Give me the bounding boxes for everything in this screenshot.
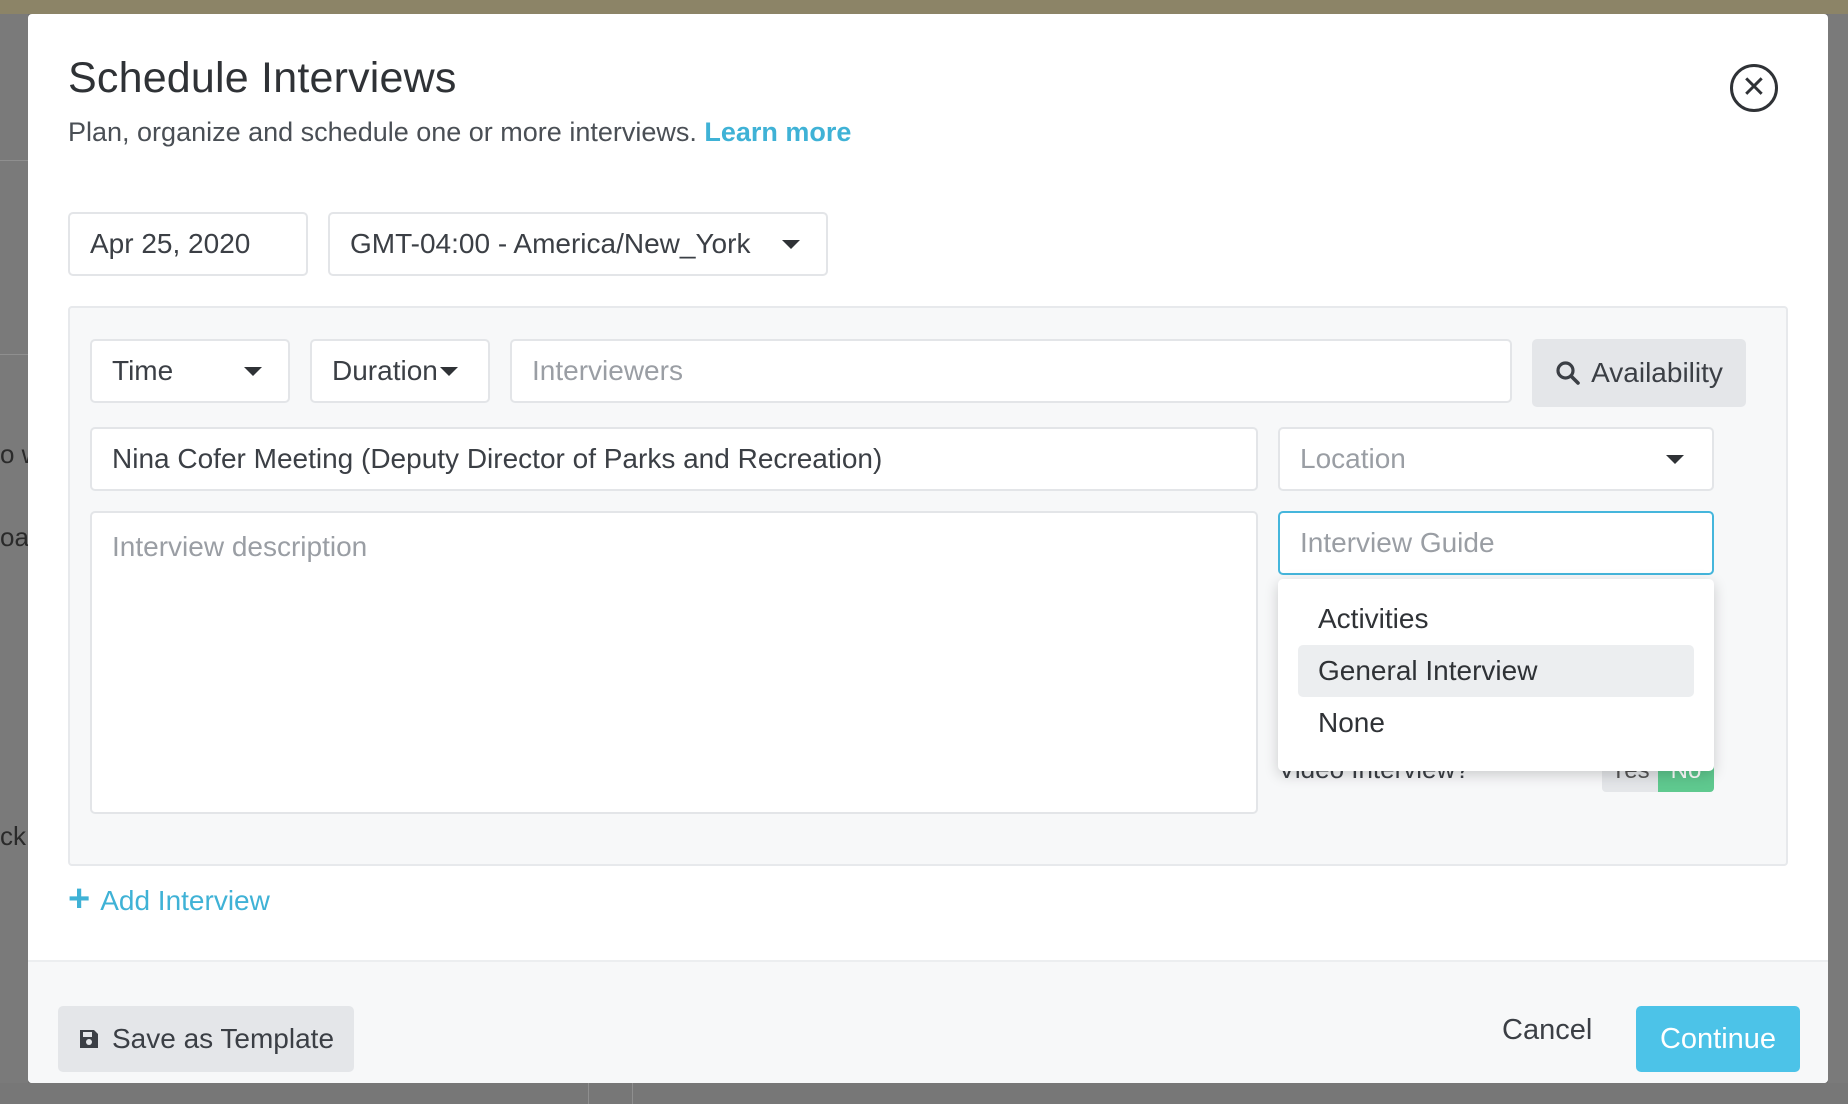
availability-label: Availability	[1591, 357, 1723, 388]
save-icon	[79, 1030, 98, 1048]
timezone-value: GMT-04:00 - America/New_York	[350, 228, 751, 259]
chevron-down-icon	[440, 367, 458, 376]
save-as-template-button[interactable]: Save as Template	[58, 1006, 354, 1072]
location-placeholder: Location	[1300, 443, 1406, 474]
dropdown-option[interactable]: None	[1298, 697, 1694, 749]
background-divider	[588, 1083, 589, 1104]
background-topbar	[0, 0, 1848, 14]
close-icon: ✕	[1741, 71, 1767, 104]
modal-subtitle: Plan, organize and schedule one or more …	[68, 117, 851, 148]
date-field[interactable]: Apr 25, 2020	[68, 212, 308, 276]
close-button[interactable]: ✕	[1730, 64, 1778, 112]
duration-select-label: Duration	[332, 355, 438, 386]
plus-icon: +	[68, 878, 91, 920]
background-left-edge: o w oals ck A	[0, 14, 49, 1104]
interviewers-input[interactable]: Interviewers	[510, 339, 1512, 403]
chevron-down-icon	[1666, 455, 1684, 464]
timezone-select[interactable]: GMT-04:00 - America/New_York	[328, 212, 828, 276]
interview-title-value: Nina Cofer Meeting (Deputy Director of P…	[112, 443, 883, 474]
add-interview-button[interactable]: + Add Interview	[68, 880, 270, 918]
background-divider	[632, 1083, 633, 1104]
interview-guide-input[interactable]: Interview Guide	[1278, 511, 1714, 575]
add-interview-label: Add Interview	[100, 885, 270, 916]
interview-guide-dropdown: Activities General Interview None	[1278, 579, 1714, 771]
chevron-down-icon	[244, 367, 262, 376]
interview-description-textarea[interactable]: Interview description	[90, 511, 1258, 814]
time-select[interactable]: Time	[90, 339, 290, 403]
description-placeholder: Interview description	[112, 531, 368, 562]
background-divider	[0, 354, 28, 355]
save-as-template-label: Save as Template	[111, 1023, 335, 1054]
chevron-down-icon	[782, 240, 800, 249]
location-select[interactable]: Location	[1278, 427, 1714, 491]
duration-select[interactable]: Duration	[310, 339, 490, 403]
time-select-label: Time	[112, 355, 174, 386]
interview-guide-placeholder: Interview Guide	[1300, 527, 1495, 558]
interview-title-input[interactable]: Nina Cofer Meeting (Deputy Director of P…	[90, 427, 1258, 491]
learn-more-link[interactable]: Learn more	[704, 117, 851, 147]
interviewers-placeholder: Interviewers	[532, 355, 683, 386]
background-divider	[0, 160, 28, 161]
continue-button[interactable]: Continue	[1636, 1006, 1800, 1072]
schedule-interviews-modal: Schedule Interviews Plan, organize and s…	[28, 14, 1828, 1083]
background-right-edge	[1828, 14, 1848, 1104]
availability-button[interactable]: Availability	[1532, 339, 1746, 407]
dropdown-option-highlighted[interactable]: General Interview	[1298, 645, 1694, 697]
modal-footer: Save as Template Cancel Continue	[28, 960, 1828, 1083]
search-icon	[1556, 361, 1580, 385]
date-value: Apr 25, 2020	[90, 228, 251, 259]
dropdown-option[interactable]: Activities	[1298, 593, 1694, 645]
cancel-button[interactable]: Cancel	[1502, 1014, 1592, 1047]
modal-title: Schedule Interviews	[68, 54, 457, 102]
subtitle-text: Plan, organize and schedule one or more …	[68, 117, 697, 147]
background-bottom-edge	[0, 1083, 1848, 1104]
